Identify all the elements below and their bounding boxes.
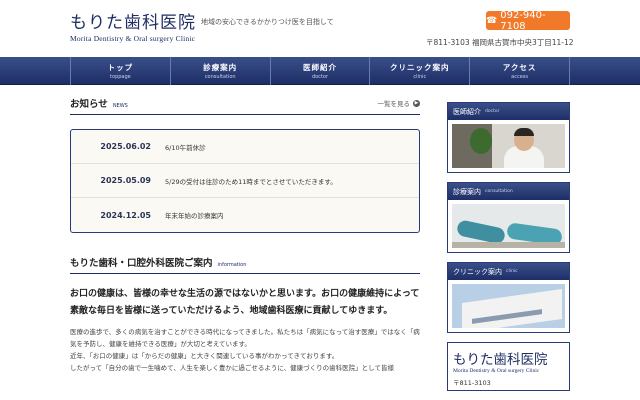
phone-number: 092-940-7108 <box>500 9 546 32</box>
nav-item-consultation[interactable]: 診療案内 consultation <box>171 57 271 85</box>
news-text: 6/10午前休診 <box>165 143 206 152</box>
info-lead: お口の健康は、皆様の幸せな生活の源ではないかと思います。お口の健康維持によって素… <box>70 289 420 316</box>
sidebar-card-title: 医師紹介 <box>453 107 481 116</box>
news-text: 年末年始の診療案内 <box>165 212 224 220</box>
news-item[interactable]: 2025.06.02 6/10午前休診 <box>71 130 419 164</box>
sidebar-logo-subtitle: Morita Dentistry & Oral surgery Clinic <box>453 368 540 374</box>
info-title: もりた歯科・口腔外科医院ご案内 <box>70 258 213 269</box>
sidebar: 医師紹介 doctor 診療案内 consultation クリニック案内 cl… <box>447 102 570 391</box>
sidebar-card-title: クリニック案内 <box>453 267 502 276</box>
news-list: 2025.06.02 6/10午前休診 2025.05.09 5/29の受付は往… <box>70 129 420 233</box>
nav-label: アクセス <box>502 63 537 72</box>
news-text: 5/29の受付は往診のため11時までとさせていただきます。 <box>165 177 337 186</box>
news-header: お知らせ NEWS 一覧を見る ▶ <box>70 96 420 115</box>
sidebar-card-clinic[interactable]: クリニック案内 clinic <box>447 262 570 333</box>
clinic-photo <box>452 284 565 328</box>
sidebar-card-header: 診療案内 consultation <box>448 183 569 200</box>
sidebar-card-subtitle: clinic <box>506 269 518 274</box>
news-item[interactable]: 2024.12.05 年末年始の診療案内 <box>71 198 419 232</box>
news-more-link[interactable]: 一覧を見る ▶ <box>377 98 420 108</box>
info-paragraph: 近年、「お口の健康」は「からだの健康」と大きく関連している事がわかってきておりま… <box>70 352 339 360</box>
nav-sublabel: consultation <box>204 74 236 80</box>
more-link-label: 一覧を見る <box>377 100 411 108</box>
news-date: 2025.05.09 <box>100 176 151 185</box>
site-logo[interactable]: もりた歯科医院 Morita Dentistry & Oral surgery … <box>70 8 196 43</box>
info-subtitle: information <box>217 262 247 268</box>
sidebar-logo-title: もりた歯科医院 <box>453 352 548 368</box>
sidebar-card-doctor[interactable]: 医師紹介 doctor <box>447 102 570 173</box>
main-content: お知らせ NEWS 一覧を見る ▶ 2025.06.02 6/10午前休診 20… <box>70 96 420 374</box>
sidebar-card-subtitle: consultation <box>485 189 513 194</box>
nav-sublabel: access <box>511 74 529 80</box>
logo-subtitle: Morita Dentistry & Oral surgery Clinic <box>70 34 196 43</box>
sidebar-card-subtitle: doctor <box>485 109 500 114</box>
sidebar-card-header: クリニック案内 clinic <box>448 263 569 280</box>
info-paragraph: 医療の進歩で、多くの病気を治すことができる時代になってきました。私たちは「病気に… <box>70 328 420 348</box>
address: 〒811-3103 福岡県古賀市中央3丁目11-12 <box>426 38 574 47</box>
tagline: 地域の安心できるかかりつけ医を目指して <box>201 18 334 26</box>
info-header: もりた歯科・口腔外科医院ご案内 information <box>70 255 420 274</box>
sidebar-card-consultation[interactable]: 診療案内 consultation <box>447 182 570 253</box>
sidebar-zip: 〒811-3103 <box>453 379 491 387</box>
news-date: 2024.12.05 <box>100 210 151 220</box>
phone-icon: ☎ <box>486 15 498 26</box>
global-nav: トップ toppage 診療案内 consultation 医師紹介 docto… <box>0 57 640 85</box>
site-header: もりた歯科医院 Morita Dentistry & Oral surgery … <box>0 0 640 57</box>
news-subtitle: NEWS <box>112 103 128 109</box>
sidebar-card-title: 診療案内 <box>453 187 481 196</box>
nav-label: トップ <box>107 63 134 72</box>
nav-label: クリニック案内 <box>390 63 450 72</box>
doctor-photo <box>452 124 565 168</box>
nav-sublabel: clinic <box>413 74 427 80</box>
nav-item-doctor[interactable]: 医師紹介 doctor <box>271 57 371 85</box>
nav-item-clinic[interactable]: クリニック案内 clinic <box>370 57 471 85</box>
nav-label: 診療案内 <box>203 63 238 72</box>
arrow-right-icon: ▶ <box>413 99 420 107</box>
logo-title: もりた歯科医院 <box>70 13 196 33</box>
nav-item-access[interactable]: アクセス access <box>470 57 570 85</box>
news-item[interactable]: 2025.05.09 5/29の受付は往診のため11時までとさせていただきます。 <box>71 164 419 198</box>
nav-sublabel: doctor <box>311 74 329 80</box>
nav-label: 医師紹介 <box>302 63 337 72</box>
nav-sublabel: toppage <box>110 74 131 80</box>
info-body: 医療の進歩で、多くの病気を治すことができる時代になってきました。私たちは「病気に… <box>70 326 420 374</box>
info-paragraph: したがって「自分の歯で一生噛めて、人生を楽しく豊かに過ごせるように、健康づくりの… <box>70 364 394 372</box>
sidebar-logo-block: もりた歯科医院 Morita Dentistry & Oral surgery … <box>447 342 570 391</box>
phone-button[interactable]: ☎ 092-940-7108 <box>486 9 570 32</box>
nav-item-top[interactable]: トップ toppage <box>71 57 171 85</box>
news-date: 2025.06.02 <box>100 142 151 151</box>
sidebar-card-header: 医師紹介 doctor <box>448 103 569 120</box>
consultation-photo <box>452 204 565 248</box>
news-title: お知らせ <box>70 99 108 110</box>
